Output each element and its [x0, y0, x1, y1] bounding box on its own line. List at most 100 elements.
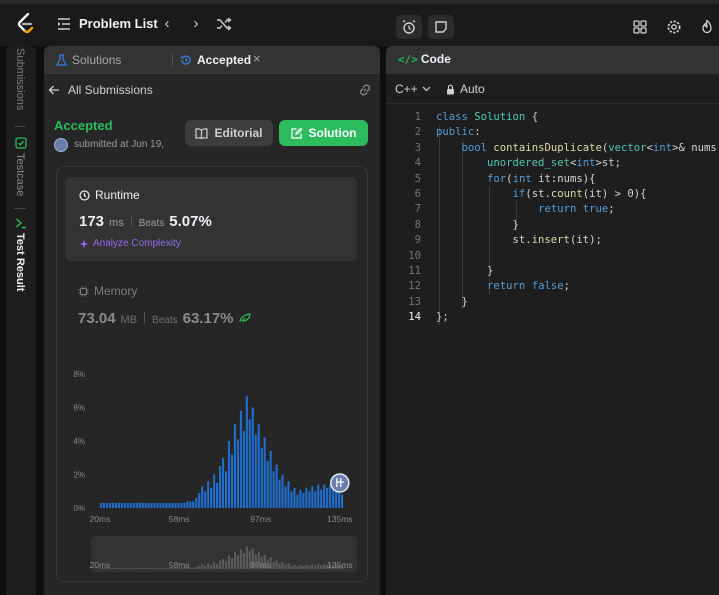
fire-streak-icon[interactable]	[699, 19, 715, 35]
chart-bar[interactable]	[323, 484, 326, 508]
chart-bar[interactable]	[219, 466, 222, 509]
chart-bar[interactable]	[329, 484, 332, 508]
chart-bar[interactable]	[239, 410, 242, 508]
chart-bar[interactable]	[117, 502, 120, 508]
chart-bar[interactable]	[159, 502, 162, 508]
chart-bar[interactable]	[123, 502, 126, 508]
chart-bar[interactable]	[236, 439, 239, 508]
chart-bar[interactable]	[201, 486, 204, 509]
code-line[interactable]: 9 st.insert(it);	[386, 233, 719, 248]
chart-bar[interactable]	[177, 502, 180, 508]
chart-bar[interactable]	[299, 489, 302, 508]
code-line[interactable]: 13 }	[386, 295, 719, 310]
chart-bar[interactable]	[186, 501, 189, 508]
chart-bar[interactable]	[147, 502, 150, 508]
chart-bar[interactable]	[216, 482, 219, 509]
problem-list-title[interactable]: Problem List	[79, 16, 158, 31]
chart-bar[interactable]	[278, 479, 281, 508]
chart-bar[interactable]	[135, 502, 138, 508]
chart-bar[interactable]	[263, 437, 266, 508]
chevron-left-icon[interactable]: ‹	[159, 16, 175, 32]
auto-mode-indicator[interactable]: Auto	[446, 82, 485, 96]
code-line[interactable]: 5 for(int it:nums){	[386, 172, 719, 187]
chart-bar[interactable]	[174, 502, 177, 508]
problem-list-icon[interactable]	[57, 18, 71, 30]
chart-bar[interactable]	[156, 502, 159, 508]
layout-grid-icon[interactable]	[632, 19, 648, 35]
chart-bar[interactable]	[254, 434, 257, 508]
chart-bar[interactable]	[338, 491, 341, 508]
code-line[interactable]: 2 public:	[386, 125, 719, 140]
chart-bar[interactable]	[266, 461, 269, 508]
chart-bar[interactable]	[108, 502, 112, 508]
code-line[interactable]: 10	[386, 249, 719, 264]
code-line[interactable]: 8 }	[386, 218, 719, 233]
chart-bar[interactable]	[180, 502, 183, 508]
chart-bar[interactable]	[311, 486, 314, 509]
chart-bar[interactable]	[284, 486, 287, 509]
code-line[interactable]: 6 if(st.count(it) > 0){	[386, 187, 719, 202]
chart-bar[interactable]	[129, 502, 132, 508]
chart-bar[interactable]	[257, 424, 260, 508]
code-editor[interactable]: 1 class Solution {2 public: 3 bool contains…	[386, 110, 719, 325]
chart-bar[interactable]	[126, 502, 129, 508]
shuffle-icon[interactable]	[216, 16, 232, 32]
chart-bar[interactable]	[230, 454, 234, 508]
chart-bar[interactable]	[341, 494, 344, 508]
chart-bar[interactable]	[320, 489, 323, 508]
chart-bar[interactable]	[138, 502, 141, 508]
chart-bar[interactable]	[245, 395, 248, 508]
chart-bar[interactable]	[100, 502, 103, 508]
chart-bar[interactable]	[224, 471, 228, 508]
language-select[interactable]: C++	[395, 82, 431, 96]
chart-bar[interactable]	[242, 430, 245, 508]
chart-bar[interactable]	[171, 502, 174, 508]
chart-bar[interactable]	[144, 502, 147, 508]
chart-bar[interactable]	[189, 501, 192, 508]
chart-bar[interactable]	[251, 407, 254, 509]
chart-bar[interactable]	[192, 501, 195, 508]
chart-bar[interactable]	[204, 491, 207, 508]
code-line[interactable]: 11 }	[386, 264, 719, 279]
chart-bar[interactable]	[210, 487, 213, 508]
chart-bar[interactable]	[165, 502, 168, 508]
chart-bar[interactable]	[314, 491, 317, 508]
your-submission-marker[interactable]	[330, 473, 350, 493]
chart-bar[interactable]	[120, 502, 123, 508]
code-line[interactable]: 7 return true;	[386, 202, 719, 217]
chart-bar[interactable]	[105, 502, 109, 508]
chart-bar[interactable]	[287, 481, 290, 508]
chart-bar[interactable]	[275, 464, 278, 508]
chart-bar[interactable]	[150, 502, 153, 508]
chart-bar[interactable]	[293, 487, 296, 508]
code-line[interactable]: 1 class Solution {	[386, 110, 719, 125]
chart-bar[interactable]	[162, 502, 165, 508]
chart-bar[interactable]	[198, 492, 201, 509]
chart-bar[interactable]	[281, 474, 284, 509]
chart-bar[interactable]	[272, 471, 275, 508]
leetcode-logo-icon[interactable]	[16, 13, 36, 35]
gear-icon[interactable]	[666, 19, 682, 35]
chart-bar[interactable]	[141, 502, 144, 508]
chart-bar[interactable]	[302, 492, 305, 509]
chart-bar[interactable]	[332, 489, 335, 508]
chart-bar[interactable]	[305, 487, 308, 508]
chart-bar[interactable]	[132, 502, 135, 508]
chart-bar[interactable]	[195, 497, 198, 508]
chart-bar[interactable]	[326, 487, 329, 508]
chart-bar[interactable]	[222, 457, 225, 508]
vtab-testcase[interactable]: Testcase	[14, 153, 26, 196]
chart-bar[interactable]	[111, 502, 114, 508]
chevron-right-icon[interactable]: ›	[188, 16, 204, 32]
chart-bar[interactable]	[260, 447, 263, 508]
tab-code[interactable]: </> Code	[398, 52, 451, 66]
chart-bar[interactable]	[102, 502, 106, 508]
chart-bar[interactable]	[183, 502, 186, 508]
chart-bar[interactable]	[317, 484, 320, 508]
chart-bar[interactable]	[248, 419, 251, 508]
chart-bar[interactable]	[213, 474, 216, 509]
chart-bar[interactable]	[168, 502, 171, 508]
code-line[interactable]: 3 bool containsDuplicate(vector<int>& nu…	[386, 141, 719, 156]
code-line[interactable]: 14};	[386, 310, 719, 325]
chart-bar[interactable]	[227, 441, 231, 508]
